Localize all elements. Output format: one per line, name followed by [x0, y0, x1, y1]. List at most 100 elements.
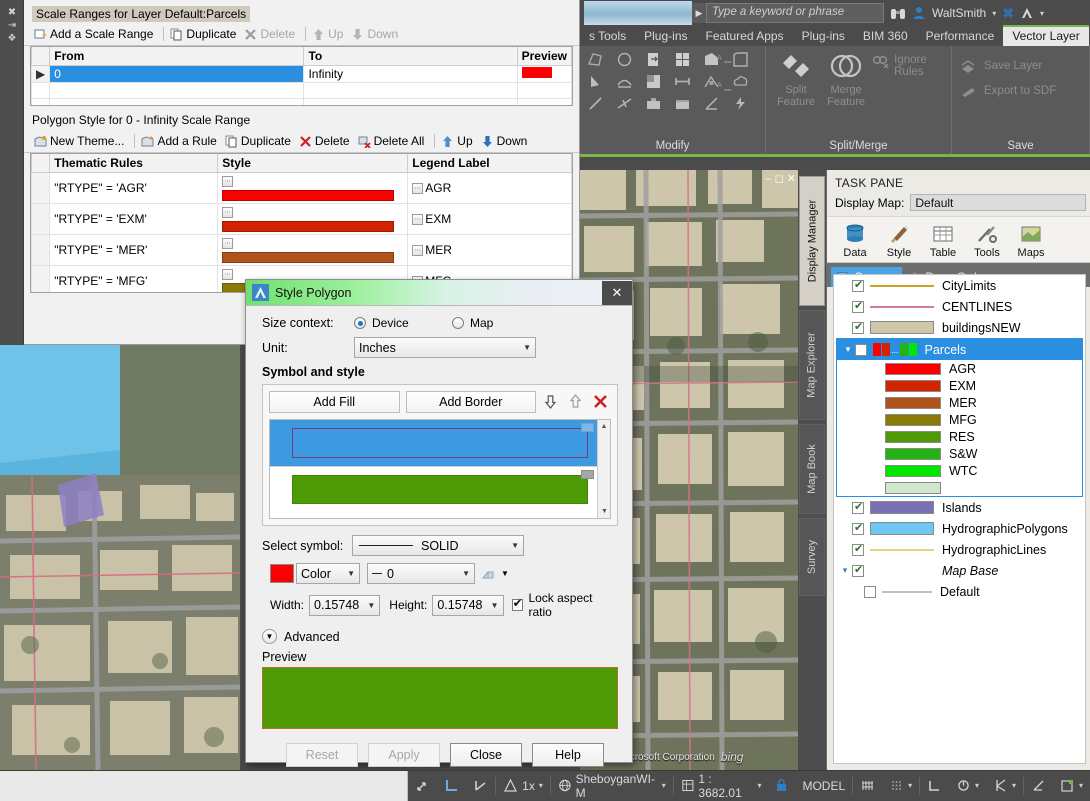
layer-checkbox[interactable] — [855, 344, 867, 356]
cell-style[interactable]: ⋯ — [218, 204, 408, 235]
lock-aspect-ratio-checkbox[interactable]: Lock aspect ratio — [512, 591, 618, 619]
chevron-down-icon[interactable]: ▾ — [1012, 781, 1016, 790]
user-icon[interactable] — [912, 6, 926, 20]
chevron-down-icon[interactable]: ▾ — [992, 9, 996, 18]
scroll-up-icon[interactable]: ▲ — [598, 420, 610, 433]
settings-icon[interactable]: ❖ — [0, 32, 24, 45]
add-rule-button[interactable]: Add a Rule — [139, 133, 222, 149]
tab-plug-ins-2[interactable]: Plug-ins — [793, 27, 854, 46]
tab-vector-layer[interactable]: Vector Layer — [1003, 25, 1088, 46]
col-from[interactable]: From — [50, 47, 304, 66]
otrack-toggle[interactable]: ▾ — [949, 771, 986, 801]
x-brand-icon[interactable]: ✖ — [1002, 5, 1014, 22]
width-input[interactable]: 0.15748 ▼ — [309, 595, 380, 616]
workspace-switch[interactable]: ▾ — [1053, 771, 1090, 801]
polar-toggle[interactable] — [466, 771, 495, 801]
layer-row-centlines[interactable]: CENTLINES — [834, 296, 1085, 317]
tab-bim-360[interactable]: BIM 360 — [854, 27, 917, 46]
table-row[interactable]: "RTYPE" = 'EXM' ⋯ ⋯EXM — [32, 204, 572, 235]
minimize-icon[interactable]: – — [766, 173, 772, 185]
close-icon[interactable]: ✖ — [0, 6, 24, 19]
dock-icon[interactable]: ⇥ — [0, 19, 24, 32]
snap-toggle[interactable] — [408, 771, 437, 801]
triangle-icon[interactable] — [586, 72, 605, 91]
delete-rule-button[interactable]: Delete — [297, 133, 356, 149]
tool-maps[interactable]: Maps — [1011, 221, 1051, 259]
map-viewport-left[interactable] — [0, 345, 240, 770]
item-handle[interactable] — [581, 470, 594, 479]
layer-row-hydrographiclines[interactable]: HydrographicLines — [834, 539, 1085, 560]
tool-table[interactable]: Table — [923, 221, 963, 259]
dynamic-ucs-toggle[interactable]: ▾ — [986, 771, 1023, 801]
close-icon[interactable]: ✕ — [602, 281, 632, 305]
toolbox-icon[interactable] — [644, 94, 663, 113]
cell-rule[interactable]: "RTYPE" = 'MFG' — [50, 266, 218, 294]
chevron-down-icon[interactable]: ▾ — [975, 781, 979, 790]
line-icon[interactable] — [586, 94, 605, 113]
layer-row-parcels[interactable]: ▾ ... Parcels — [837, 339, 1082, 360]
vtab-map-explorer[interactable]: Map Explorer — [799, 310, 825, 420]
chevron-down-icon[interactable]: ▾ — [841, 344, 855, 355]
delete-scale-range-button[interactable]: Delete — [242, 26, 301, 42]
cell-style[interactable]: ⋯ — [218, 235, 408, 266]
symbol-list-item-fill[interactable] — [270, 466, 610, 512]
col-style[interactable]: Style — [218, 154, 408, 173]
scale-indicator[interactable]: 1 : 3682.01 ▾ — [674, 771, 769, 801]
expand-arrow-icon[interactable]: ▶ — [692, 3, 706, 23]
chevron-down-icon[interactable]: ▾ — [838, 565, 852, 576]
add-scale-range-button[interactable]: Add a Scale Range — [32, 26, 159, 42]
rule-down-button[interactable]: Down — [479, 133, 534, 149]
color-swatch[interactable] — [270, 564, 294, 583]
rename-feature-icon[interactable]: A — [716, 52, 735, 71]
tab-featured-apps[interactable]: Featured Apps — [697, 27, 793, 46]
cell-legend[interactable]: ⋯EXM — [408, 204, 572, 235]
layer-row-buildingsnew[interactable]: buildingsNEW — [834, 317, 1085, 338]
select-symbol-select[interactable]: SOLID ▼ — [352, 535, 524, 556]
rule-up-button[interactable]: Up — [439, 133, 478, 149]
chevron-down-icon[interactable]: ▾ — [539, 781, 543, 790]
grid-display-toggle[interactable]: ▾ — [882, 771, 919, 801]
arrow-down-icon[interactable] — [542, 393, 561, 412]
reset-button[interactable]: Reset — [286, 743, 358, 767]
model-space-toggle[interactable]: MODEL — [795, 771, 852, 801]
cell-rule[interactable]: "RTYPE" = 'MER' — [50, 235, 218, 266]
layer-checkbox[interactable] — [852, 544, 864, 556]
radio-map[interactable]: Map — [452, 316, 493, 330]
tab-plug-ins-1[interactable]: Plug-ins — [635, 27, 696, 46]
tab-s-tools[interactable]: s Tools — [580, 27, 635, 46]
thickness-select[interactable]: 0 ▼ — [367, 563, 475, 584]
col-preview[interactable]: Preview — [517, 47, 571, 66]
tab-performance[interactable]: Performance — [917, 27, 1004, 46]
duplicate-rule-button[interactable]: Duplicate — [223, 133, 297, 149]
layer-checkbox[interactable] — [864, 586, 876, 598]
layer-checkbox[interactable] — [852, 280, 864, 292]
cell-legend[interactable]: ⋯AGR — [408, 173, 572, 204]
radio-device[interactable]: Device — [354, 316, 452, 330]
layer-checkbox[interactable] — [852, 301, 864, 313]
symbol-list-scrollbar[interactable]: ▲ ▼ — [597, 420, 610, 518]
tool-tools[interactable]: Tools — [967, 221, 1007, 259]
legend-edit-button[interactable]: ⋯ — [412, 183, 423, 194]
modify-icon-grid[interactable] — [580, 46, 765, 117]
cell-to[interactable]: Infinity — [304, 66, 517, 83]
box-icon[interactable] — [673, 94, 692, 113]
merge-feature-button[interactable]: Merge Feature — [822, 50, 870, 108]
symbol-list-item-border[interactable] — [270, 420, 610, 466]
chevron-down-icon[interactable]: ▾ — [757, 781, 761, 790]
radio-map-input[interactable] — [452, 317, 464, 329]
vtab-survey[interactable]: Survey — [799, 518, 825, 596]
layer-row-default[interactable]: Default — [834, 581, 1085, 602]
advanced-toggle[interactable]: ▼ Advanced — [262, 629, 618, 644]
duplicate-scale-range-button[interactable]: Duplicate — [168, 26, 242, 42]
item-handle[interactable] — [581, 423, 594, 432]
lock-toggle[interactable] — [768, 771, 795, 801]
radio-device-input[interactable] — [354, 317, 366, 329]
style-editor-button[interactable]: ⋯ — [222, 207, 233, 218]
tool-data[interactable]: Data — [835, 221, 875, 259]
line-break-icon[interactable] — [615, 94, 634, 113]
display-map-combo[interactable]: Default — [910, 194, 1086, 211]
layer-row-map-base[interactable]: ▾ Map Base — [834, 560, 1085, 581]
move-up-button[interactable]: Up — [310, 26, 349, 42]
map-window-controls[interactable]: – ◻ ✕ — [766, 172, 796, 185]
search-binoculars-icon[interactable] — [890, 6, 906, 20]
